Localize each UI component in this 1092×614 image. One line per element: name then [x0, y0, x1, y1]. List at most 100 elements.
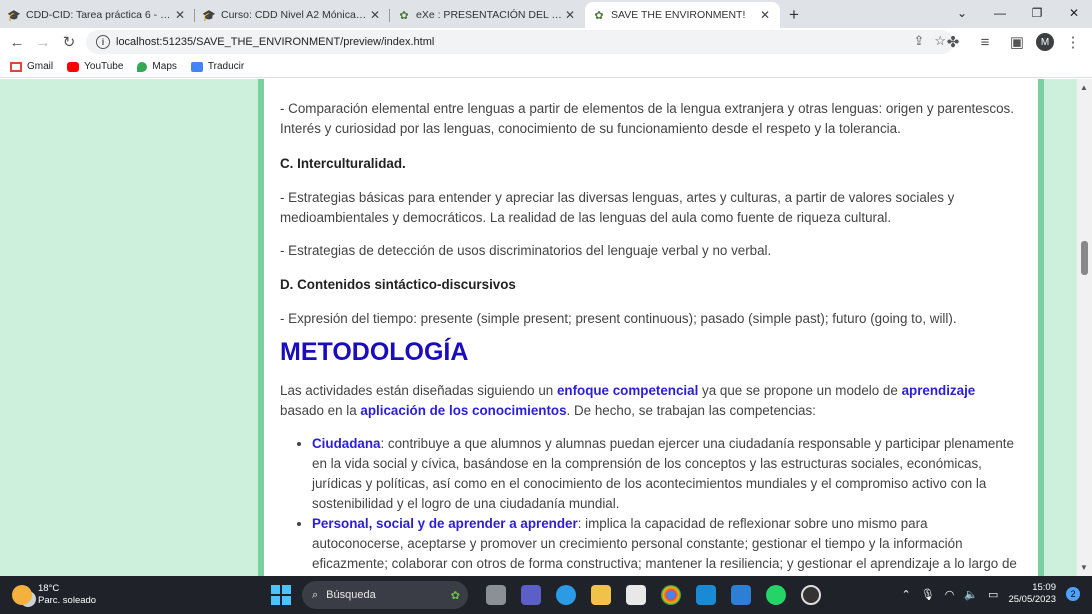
- competencia-name: Personal, social y de aprender a aprende…: [312, 516, 578, 531]
- tab-title: SAVE THE ENVIRONMENT!: [611, 9, 746, 21]
- scrollbar-thumb[interactable]: [1081, 241, 1088, 275]
- bookmark-youtube[interactable]: YouTube: [67, 61, 123, 72]
- keyword-enfoque-competencial: enfoque competencial: [556, 383, 699, 398]
- youtube-icon: [67, 61, 80, 72]
- search-placeholder: Búsqueda: [326, 589, 376, 601]
- scroll-down-arrow-icon[interactable]: ▼: [1080, 563, 1088, 572]
- bookmark-label: Maps: [152, 61, 177, 72]
- side-panel-icon[interactable]: ▣: [1004, 30, 1030, 54]
- paragraph-expresion-tiempo: - Expresión del tiempo: presente (simple…: [280, 311, 957, 326]
- time: 15:09: [1032, 582, 1056, 593]
- browser-tab-1[interactable]: 🎓 CDD-CID: Tarea práctica 6 - Nivel ✕: [0, 2, 195, 28]
- calculator-icon[interactable]: [731, 585, 751, 605]
- tab-search-chevron-icon[interactable]: ⌄: [944, 0, 980, 26]
- tab-title: Curso: CDD Nivel A2 Mónica Pér: [221, 9, 368, 21]
- close-icon[interactable]: ✕: [758, 8, 772, 22]
- text: Las actividades están diseñadas siguiend…: [280, 383, 557, 398]
- scroll-up-arrow-icon[interactable]: ▲: [1080, 83, 1088, 92]
- temperature: 18°C: [38, 583, 60, 594]
- text: ya que se propone un modelo de: [698, 383, 902, 398]
- bookmark-maps[interactable]: Maps: [137, 61, 177, 72]
- info-icon[interactable]: i: [96, 35, 110, 49]
- exe-icon: ✿: [399, 9, 409, 22]
- chevron-up-icon[interactable]: ⌃: [902, 588, 911, 601]
- browser-tab-4-active[interactable]: ✿ SAVE THE ENVIRONMENT! ✕: [585, 2, 780, 28]
- translate-icon: [190, 61, 203, 72]
- competencias-list: Ciudadana: contribuye a que alumnos y al…: [280, 434, 1022, 576]
- graduation-cap-icon: 🎓: [202, 9, 216, 22]
- new-tab-button[interactable]: +: [780, 2, 808, 28]
- app-icon[interactable]: [801, 585, 821, 605]
- forward-arrow-icon[interactable]: →: [30, 30, 56, 54]
- close-icon[interactable]: ✕: [563, 8, 577, 22]
- gmail-icon: [10, 61, 22, 72]
- exe-icon: ✿: [594, 9, 604, 22]
- keyword-aplicacion-conocimientos: aplicación de los conocimientos: [360, 403, 567, 418]
- bookmark-label: Gmail: [27, 61, 54, 72]
- page-scrollbar[interactable]: ▲ ▼: [1077, 79, 1092, 576]
- heading-interculturalidad: C. Interculturalidad.: [280, 156, 406, 171]
- close-icon[interactable]: ✕: [368, 8, 382, 22]
- bookmarks-bar: Gmail YouTube Maps Traducir: [0, 56, 1092, 78]
- paragraph-estrategias-2: - Estrategias de detección de usos discr…: [280, 243, 772, 258]
- file-explorer-icon[interactable]: [591, 585, 611, 605]
- date: 25/05/2023: [1008, 594, 1056, 605]
- list-item: Personal, social y de aprender a aprende…: [312, 514, 1022, 576]
- battery-icon[interactable]: ▭: [988, 588, 998, 601]
- maps-pin-icon: [137, 61, 148, 72]
- windows-taskbar: 18°C Parc. soleado ⌕ Búsqueda ✿ ⌃ 🎙 ◠ 🔈 …: [0, 576, 1092, 614]
- clock[interactable]: 15:09 25/05/2023: [1008, 582, 1056, 606]
- browser-toolbar: ← → ↻ i localhost:51235/SAVE_THE_ENVIRON…: [0, 28, 1092, 56]
- microsoft-store-icon[interactable]: [626, 585, 646, 605]
- chrome-icon[interactable]: [661, 585, 681, 605]
- system-tray: ⌃ 🎙 ◠ 🔈 ▭ 15:09 25/05/2023 2: [902, 582, 1080, 606]
- minimize-button[interactable]: —: [982, 0, 1018, 26]
- edge-browser-icon[interactable]: [556, 585, 576, 605]
- task-view-icon[interactable]: [486, 585, 506, 605]
- bookmark-gmail[interactable]: Gmail: [10, 61, 53, 72]
- search-highlight-icon: ✿: [450, 589, 460, 602]
- profile-avatar[interactable]: M: [1036, 33, 1054, 51]
- content-column: - Comparación elemental entre lenguas a …: [258, 79, 1044, 576]
- partly-sunny-icon: [12, 585, 32, 605]
- close-window-button[interactable]: ✕: [1056, 0, 1092, 26]
- search-icon: ⌕: [312, 588, 319, 601]
- tab-strip: 🎓 CDD-CID: Tarea práctica 6 - Nivel ✕ 🎓 …: [0, 0, 1092, 28]
- tab-title: CDD-CID: Tarea práctica 6 - Nivel: [26, 9, 173, 21]
- close-icon[interactable]: ✕: [173, 8, 187, 22]
- microphone-icon[interactable]: 🎙: [921, 588, 935, 601]
- mail-icon[interactable]: [696, 585, 716, 605]
- reading-list-icon[interactable]: ≡: [972, 30, 998, 54]
- back-arrow-icon[interactable]: ←: [4, 30, 30, 54]
- reload-icon[interactable]: ↻: [56, 30, 82, 54]
- share-icon[interactable]: ⇪: [913, 33, 924, 49]
- page-background: - Comparación elemental entre lenguas a …: [0, 79, 1077, 576]
- keyword-aprendizaje: aprendizaje: [901, 383, 976, 398]
- volume-icon[interactable]: 🔈: [964, 588, 978, 601]
- tab-title: eXe : PRESENTACIÓN DEL OBJET: [416, 9, 563, 21]
- weather-condition: Parc. soleado: [38, 595, 97, 606]
- competencia-text: : contribuye a que alumnos y alumnas pue…: [312, 436, 1014, 511]
- taskbar-search[interactable]: ⌕ Búsqueda ✿: [302, 581, 468, 609]
- heading-metodologia: METODOLOGÍA: [280, 338, 469, 366]
- list-item: Ciudadana: contribuye a que alumnos y al…: [312, 434, 1022, 514]
- bookmark-label: YouTube: [84, 61, 124, 72]
- wifi-icon[interactable]: ◠: [945, 588, 955, 601]
- paragraph-comparacion: - Comparación elemental entre lenguas a …: [280, 101, 1014, 136]
- teams-chat-icon[interactable]: [521, 585, 541, 605]
- text: . De hecho, se trabajan las competencias…: [566, 403, 816, 418]
- browser-tab-2[interactable]: 🎓 Curso: CDD Nivel A2 Mónica Pér ✕: [195, 2, 390, 28]
- bookmark-traducir[interactable]: Traducir: [190, 61, 245, 72]
- graduation-cap-icon: 🎓: [7, 9, 21, 22]
- address-bar[interactable]: i localhost:51235/SAVE_THE_ENVIRONMENT/p…: [86, 30, 954, 54]
- browser-tab-3[interactable]: ✿ eXe : PRESENTACIÓN DEL OBJET ✕: [390, 2, 585, 28]
- notification-badge[interactable]: 2: [1066, 587, 1080, 601]
- restore-button[interactable]: ❐: [1019, 0, 1055, 26]
- whatsapp-icon[interactable]: [766, 585, 786, 605]
- weather-widget[interactable]: 18°C Parc. soleado: [12, 583, 96, 607]
- extensions-puzzle-icon[interactable]: ✤: [940, 30, 966, 54]
- competencia-name: Ciudadana: [312, 436, 381, 451]
- bookmark-label: Traducir: [207, 61, 245, 72]
- windows-start-icon[interactable]: [271, 585, 291, 605]
- menu-kebab-icon[interactable]: ⋮: [1060, 30, 1086, 54]
